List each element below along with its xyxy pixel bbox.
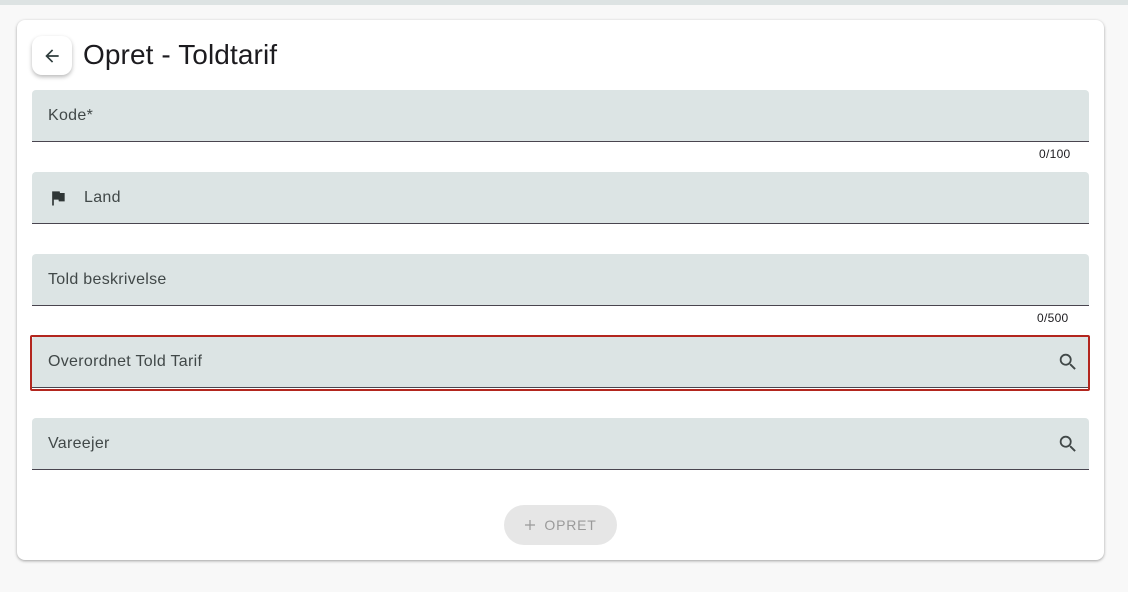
overordnet-told-tarif-label: Overordnet Told Tarif [48, 353, 203, 370]
told-beskrivelse-counter: 0/500 [1037, 311, 1069, 325]
land-field[interactable]: Land [32, 172, 1089, 224]
kode-counter: 0/100 [1039, 147, 1071, 161]
land-label: Land [84, 189, 121, 206]
top-strip [0, 0, 1128, 5]
back-button[interactable] [32, 36, 72, 75]
page-title: Opret - Toldtarif [83, 39, 278, 70]
kode-field[interactable]: Kode* [32, 90, 1089, 142]
overordnet-told-tarif-field[interactable]: Overordnet Told Tarif [32, 336, 1089, 388]
told-beskrivelse-field[interactable]: Told beskrivelse [32, 254, 1089, 306]
plus-icon [525, 520, 536, 530]
form-card: Opret - Toldtarif Kode* 0/100 Land Told … [17, 20, 1104, 560]
flag-icon [52, 191, 65, 206]
vareejer-field[interactable]: Vareejer [32, 418, 1089, 470]
search-icon[interactable] [1057, 433, 1079, 455]
kode-label: Kode* [48, 107, 94, 124]
told-beskrivelse-label: Told beskrivelse [48, 271, 167, 288]
vareejer-label: Vareejer [48, 435, 110, 452]
create-button[interactable]: OPRET [504, 505, 617, 545]
search-icon[interactable] [1057, 351, 1079, 373]
arrow-left-icon [45, 48, 59, 63]
create-button-label: OPRET [544, 517, 597, 533]
